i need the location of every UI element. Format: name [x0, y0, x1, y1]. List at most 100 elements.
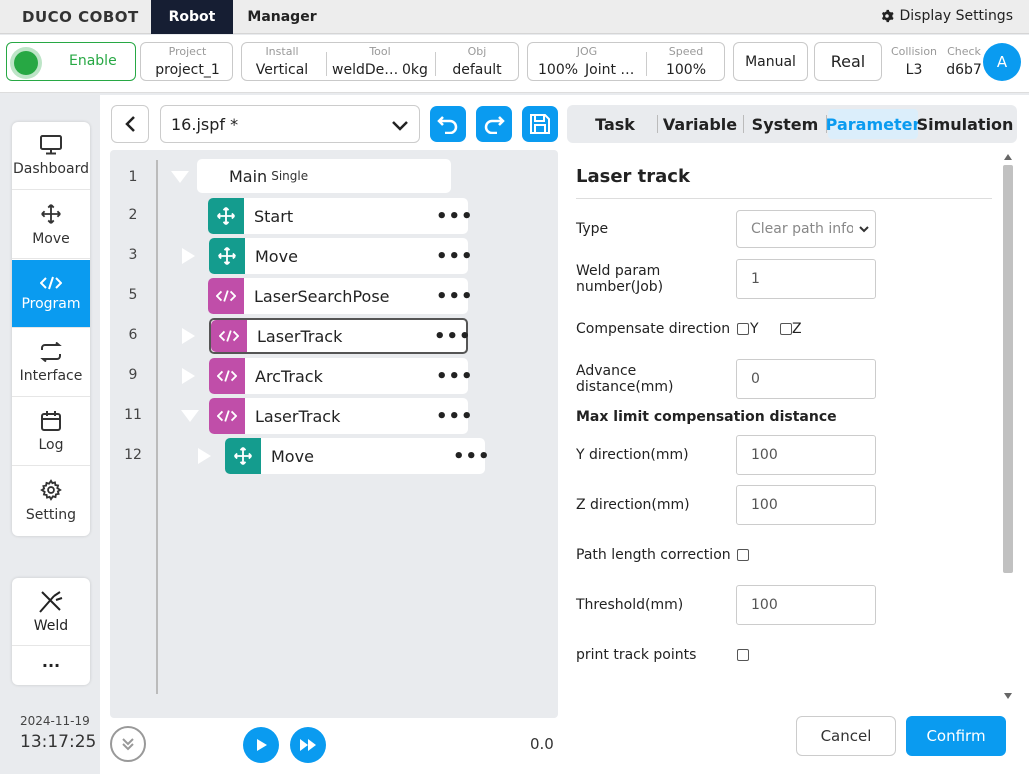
- more-options-icon[interactable]: •••: [453, 446, 490, 467]
- sidebar-item-setting[interactable]: Setting: [12, 467, 90, 535]
- collapse-all-button[interactable]: [110, 726, 146, 762]
- avatar-letter: A: [996, 53, 1008, 71]
- weld-param-value: 1: [751, 271, 760, 287]
- jog-label: JOG: [576, 45, 598, 58]
- line-number: 3: [128, 247, 138, 263]
- sidebar-item-dashboard[interactable]: Dashboard: [12, 122, 90, 190]
- display-settings-button[interactable]: Display Settings: [880, 8, 1013, 24]
- collapse-toggle-icon[interactable]: [181, 410, 199, 422]
- tab-simulation[interactable]: Simulation: [917, 105, 1014, 143]
- weld-param-input[interactable]: 1: [736, 259, 876, 299]
- tree-node-arctrack[interactable]: ArcTrack •••: [209, 358, 473, 394]
- tab-robot[interactable]: Robot: [151, 0, 233, 34]
- more-options-icon[interactable]: •••: [436, 406, 473, 427]
- real-button[interactable]: Real: [814, 42, 882, 81]
- cancel-button[interactable]: Cancel: [796, 716, 896, 756]
- tree-node-lasersearchpose[interactable]: LaserSearchPose •••: [208, 278, 473, 314]
- double-chevron-down-icon: [122, 738, 134, 751]
- tab-system[interactable]: System: [747, 105, 823, 143]
- step-run-button[interactable]: [290, 727, 326, 763]
- check-value[interactable]: d6b7: [944, 62, 984, 78]
- sidebar-item-interface[interactable]: Interface: [12, 329, 90, 397]
- tab-variable[interactable]: Variable: [661, 105, 739, 143]
- expand-toggle-icon[interactable]: [198, 448, 211, 464]
- threshold-input[interactable]: 100: [736, 585, 876, 625]
- scrollbar-thumb[interactable]: [1003, 165, 1013, 573]
- file-select[interactable]: 16.jspf *: [160, 105, 420, 143]
- confirm-button[interactable]: Confirm: [906, 716, 1006, 756]
- sidebar-item-weld[interactable]: Weld: [12, 578, 90, 646]
- tree-node-move[interactable]: Move •••: [209, 238, 473, 274]
- manual-button[interactable]: Manual: [733, 42, 808, 81]
- enable-button[interactable]: Enable: [6, 42, 136, 81]
- back-button[interactable]: [111, 105, 149, 143]
- avatar[interactable]: A: [983, 43, 1021, 81]
- sidebar-item-label: Move: [32, 230, 70, 247]
- node-sublabel: Single: [271, 169, 309, 183]
- collapse-toggle-icon[interactable]: [171, 171, 189, 183]
- more-options-icon[interactable]: •••: [436, 206, 473, 227]
- print-points-checkbox[interactable]: [737, 649, 749, 661]
- compensate-y-checkbox[interactable]: [737, 323, 749, 335]
- more-options-icon[interactable]: •••: [436, 246, 473, 267]
- play-button[interactable]: [243, 727, 279, 763]
- brand-logo: DUCO COBOT: [22, 8, 139, 26]
- node-label: LaserTrack: [255, 406, 341, 426]
- play-icon: [257, 739, 267, 751]
- advance-value: 0: [751, 371, 760, 387]
- code-icon: [209, 398, 245, 434]
- tool-weight: 0kg: [402, 62, 428, 78]
- sidebar-item-program[interactable]: Program: [12, 260, 90, 328]
- jog-speed-box[interactable]: JOG 100% Joint … Speed 100%: [527, 42, 725, 81]
- right-tabs: Task Variable System Parameter Simulatio…: [567, 105, 1017, 143]
- line-number: 11: [124, 407, 142, 423]
- path-correction-checkbox[interactable]: [737, 549, 749, 561]
- more-options-icon[interactable]: •••: [434, 326, 471, 347]
- save-button[interactable]: [522, 106, 558, 142]
- sidebar-item-move[interactable]: Move: [12, 191, 90, 259]
- expand-toggle-icon[interactable]: [182, 328, 195, 344]
- more-options-icon[interactable]: •••: [436, 286, 473, 307]
- code-icon: [209, 358, 245, 394]
- tree-node-lasertrack[interactable]: LaserTrack •••: [209, 398, 473, 434]
- tree-guide-line: [156, 160, 158, 694]
- threshold-value: 100: [751, 597, 778, 613]
- node-label: Start: [254, 206, 294, 226]
- collision-value[interactable]: L3: [886, 62, 942, 78]
- chevron-left-icon: [125, 116, 135, 132]
- compensate-label: Compensate direction: [576, 321, 731, 337]
- code-icon: [211, 320, 247, 352]
- project-box[interactable]: Project project_1: [140, 42, 233, 81]
- tree-node-start[interactable]: Start •••: [208, 198, 473, 234]
- compensate-z-checkbox[interactable]: [780, 323, 792, 335]
- tree-node-main[interactable]: Main Single: [197, 159, 451, 193]
- scroll-up-icon: [1004, 154, 1012, 160]
- threshold-label: Threshold(mm): [576, 597, 684, 613]
- tab-manager[interactable]: Manager: [233, 0, 331, 34]
- y-direction-input[interactable]: 100: [736, 435, 876, 475]
- install-tool-obj-box[interactable]: Install Vertical Tool weldDe… 0kg Obj de…: [241, 42, 519, 81]
- sidebar-item-log[interactable]: Log: [12, 398, 90, 466]
- sidebar-item-label: Dashboard: [13, 160, 89, 177]
- undo-button[interactable]: [430, 106, 466, 142]
- enable-indicator-icon: [14, 51, 38, 75]
- expand-toggle-icon[interactable]: [182, 248, 195, 264]
- advance-input[interactable]: 0: [736, 359, 876, 399]
- tab-task[interactable]: Task: [577, 105, 653, 143]
- install-value: Vertical: [255, 62, 309, 78]
- more-options-icon[interactable]: •••: [436, 366, 473, 387]
- more-button[interactable]: ···: [12, 646, 90, 685]
- tree-node-lasertrack-selected[interactable]: LaserTrack •••: [209, 318, 471, 354]
- expand-toggle-icon[interactable]: [182, 368, 195, 384]
- param-title: Laser track: [576, 166, 690, 187]
- line-number: 5: [128, 287, 138, 303]
- top-bar: DUCO COBOT Robot Manager Display Setting…: [0, 0, 1029, 34]
- sidebar-item-label: Log: [38, 436, 64, 453]
- sidebar-item-label: Program: [21, 295, 81, 312]
- type-select[interactable]: Clear path info: [736, 210, 876, 248]
- z-direction-input[interactable]: 100: [736, 485, 876, 525]
- redo-button[interactable]: [476, 106, 512, 142]
- tree-node-move-child[interactable]: Move •••: [225, 438, 490, 474]
- sidebar-item-label: Setting: [25, 507, 77, 523]
- tab-parameter[interactable]: Parameter: [826, 109, 920, 139]
